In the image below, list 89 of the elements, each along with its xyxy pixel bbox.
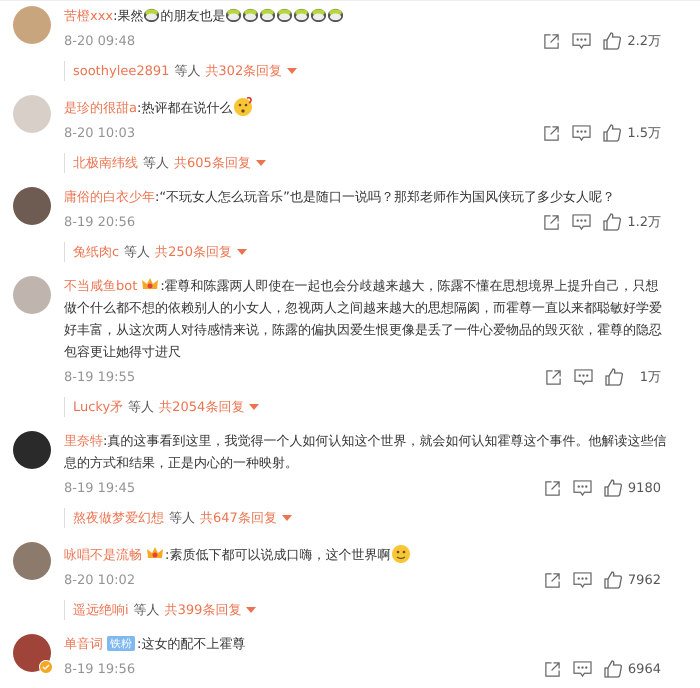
like-icon[interactable] <box>603 32 622 50</box>
reply-count-link[interactable]: 共250条回复 <box>155 243 232 261</box>
like-count: 2.2万 <box>627 33 661 50</box>
comment-text: 苦橙xxx:果然 的朋友也是 <box>64 6 669 28</box>
crown-badge-icon <box>141 276 160 292</box>
caret-icon[interactable] <box>282 515 292 521</box>
comment-text: 是珍的很甜a:热评都在说什么 <box>64 95 669 120</box>
username-link[interactable]: 苦橙xxx <box>64 9 114 24</box>
reply-username[interactable]: 熬夜做梦爱幻想 <box>73 509 164 527</box>
username-link[interactable]: 是珍的很甜a <box>64 101 137 116</box>
comment-icon[interactable] <box>572 660 592 678</box>
reply-username[interactable]: soothylee2891 <box>73 64 170 78</box>
caret-icon[interactable] <box>287 68 298 74</box>
like-count: 1万 <box>638 369 661 386</box>
comment-date: 8-19 20:56 <box>64 214 136 230</box>
reply-username[interactable]: Lucky矛 <box>73 398 124 416</box>
comment-icon[interactable] <box>572 32 592 50</box>
reply-count-link[interactable]: 共2054条回复 <box>159 398 244 416</box>
like-icon[interactable] <box>604 660 622 678</box>
comment-date: 8-20 10:02 <box>64 572 136 588</box>
caret-icon[interactable] <box>249 404 260 410</box>
comment-text: 里奈特:真的这事看到这里，我觉得一个人如何认知这个世界，就会如何认知霍尊这个事件。他解读这些信息的方式和结果，正是内心的一种映射。 <box>64 433 668 473</box>
comment-date: 8-19 19:45 <box>64 480 136 496</box>
comment-text: 单音词 铁粉 :这女的配不上霍尊 <box>64 635 246 654</box>
share-icon[interactable] <box>543 124 560 142</box>
puzzled-face-emoji <box>232 95 254 117</box>
tea-cup-emoji <box>327 6 344 23</box>
share-icon[interactable] <box>543 32 560 50</box>
avatar[interactable] <box>13 634 51 672</box>
like-count: 7962 <box>628 572 661 588</box>
like-count: 9180 <box>628 480 661 496</box>
tea-cup-emoji <box>293 6 310 23</box>
comment-date: 8-20 10:03 <box>64 126 136 140</box>
share-icon[interactable] <box>544 660 561 678</box>
like-icon[interactable] <box>605 368 623 386</box>
caret-icon[interactable] <box>236 249 247 255</box>
others-label: 等人 <box>143 155 169 172</box>
comment-icon[interactable] <box>572 214 592 230</box>
tea-cup-emoji <box>276 6 294 23</box>
fan-badge: 铁粉 <box>107 636 135 651</box>
like-icon[interactable] <box>603 213 622 231</box>
comment-text: 咏唱不是流畅 :素质低下都可以说成口嗨，这个世界啊 <box>64 542 669 567</box>
tea-cup-emoji <box>242 6 260 23</box>
like-icon[interactable] <box>603 124 622 142</box>
tea-cup-emoji <box>310 6 328 23</box>
tea-cup-emoji <box>143 6 160 23</box>
others-label: 等人 <box>169 510 195 527</box>
comment-date: 8-19 19:56 <box>64 662 136 676</box>
avatar[interactable] <box>13 431 51 469</box>
comment-date: 8-19 19:55 <box>64 370 136 384</box>
reply-username[interactable]: 兔纸肉c <box>73 243 120 261</box>
comment-date: 8-20 09:48 <box>64 34 136 48</box>
like-count: 1.5万 <box>627 125 661 142</box>
like-count: 1.2万 <box>627 214 661 231</box>
smiling-face-emoji <box>390 542 412 564</box>
reply-count-link[interactable]: 共399条回复 <box>164 601 242 619</box>
share-icon[interactable] <box>545 368 562 386</box>
tea-cup-emoji <box>225 6 242 23</box>
others-label: 等人 <box>134 602 160 619</box>
others-label: 等人 <box>128 399 154 416</box>
username-link[interactable]: 里奈特 <box>64 434 103 449</box>
crown-badge-icon <box>146 545 164 561</box>
reply-count-link[interactable]: 共302条回复 <box>205 62 282 80</box>
username-link[interactable]: 咏唱不是流畅 <box>64 548 142 563</box>
comment-icon[interactable] <box>574 368 593 386</box>
reply-username[interactable]: 遥远绝响i <box>73 601 129 619</box>
share-icon[interactable] <box>544 572 561 588</box>
caret-icon[interactable] <box>246 607 256 613</box>
username-link[interactable]: 不当咸鱼bot <box>64 279 138 294</box>
like-count: 6964 <box>628 662 661 676</box>
reply-username[interactable]: 北极南纬线 <box>73 154 138 172</box>
caret-icon[interactable] <box>256 160 266 166</box>
like-icon[interactable] <box>604 479 622 497</box>
username-link[interactable]: 庸俗的白衣少年 <box>64 190 155 205</box>
username-link[interactable]: 单音词 <box>64 637 103 652</box>
comment-text: 不当咸鱼bot :霍尊和陈露两人即使在一起也会分歧越来越大，陈露不懂在思想境界上提升自己，只想做个什么都不想的依赖别人的小女人，忽视两人之间越来越大的思想隔阂，而霍尊一直以来都聪敏好学爱好丰富，从这次两人对待感情来说，陈露的偏执因爱生恨更像是丢了一件心爱物品的毁灭欲，霍尊的隐忍包容更让她得寸进尺 <box>64 276 669 364</box>
reply-count-link[interactable]: 共647条回复 <box>200 509 277 527</box>
others-label: 等人 <box>174 63 200 80</box>
reply-count-link[interactable]: 共605条回复 <box>174 154 251 172</box>
comment-icon[interactable] <box>572 480 592 496</box>
comment-text: 庸俗的白衣少年:“不玩女人怎么玩音乐”也是随口一说吗？那郑老师作为国风侠玩了多少女人呢？ <box>64 189 616 207</box>
share-icon[interactable] <box>543 214 560 230</box>
like-icon[interactable] <box>604 571 622 589</box>
comment-icon[interactable] <box>572 572 592 588</box>
others-label: 等人 <box>124 244 150 261</box>
avatar[interactable] <box>13 187 51 225</box>
share-icon[interactable] <box>544 480 561 496</box>
comment-icon[interactable] <box>572 124 592 142</box>
tea-cup-emoji <box>259 6 276 23</box>
